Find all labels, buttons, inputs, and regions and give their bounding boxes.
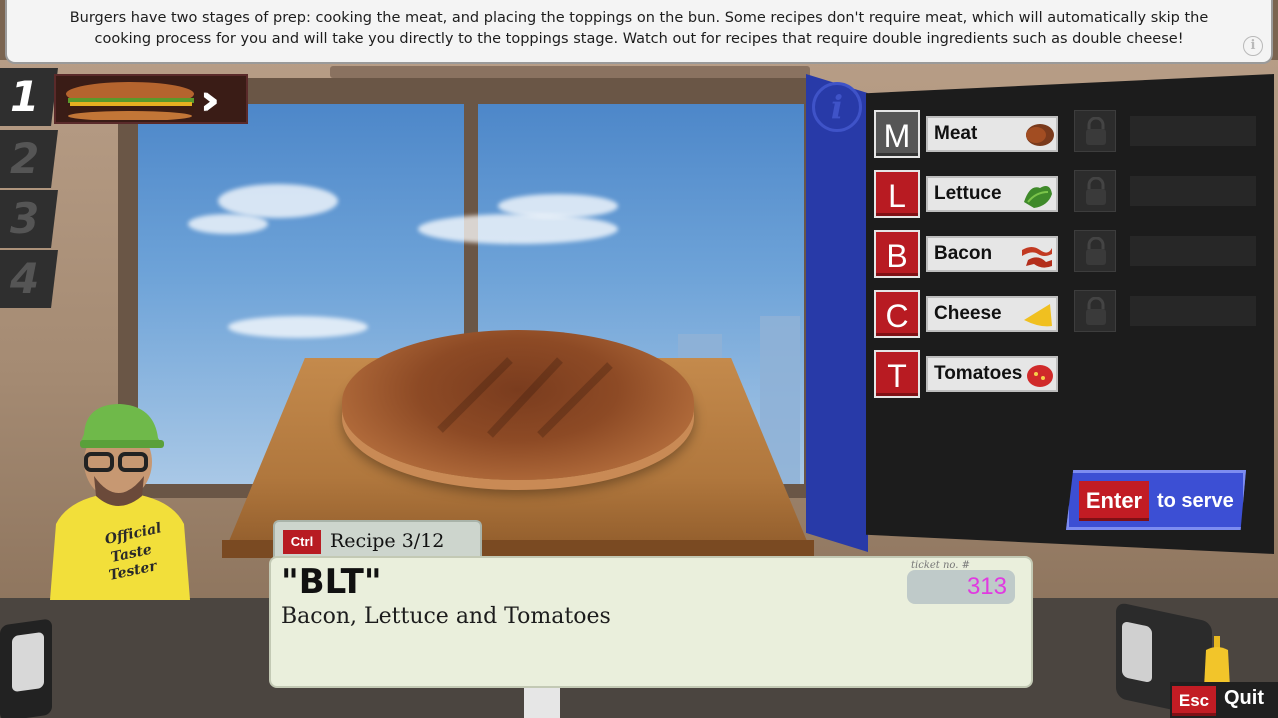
ketchup-stand bbox=[524, 688, 560, 718]
ingredient-label: Cheese bbox=[926, 296, 1058, 332]
key-m[interactable]: M bbox=[874, 110, 920, 158]
slot-number: 3 bbox=[10, 194, 40, 243]
enter-key[interactable]: Enter bbox=[1079, 481, 1149, 521]
empty-ingredient-slot bbox=[1130, 296, 1256, 326]
serve-label: to serve bbox=[1157, 490, 1234, 512]
info-flag bbox=[806, 74, 868, 552]
ingredient-label: Tomatoes bbox=[926, 356, 1058, 392]
mustard-bottle-icon bbox=[1204, 636, 1230, 688]
camera-lens-right bbox=[1122, 620, 1152, 684]
lock-icon bbox=[1086, 117, 1106, 145]
serve-button[interactable]: Enter to serve bbox=[1066, 470, 1246, 530]
recipe-ticket: "BLT" Bacon, Lettuce and Tomatoes ticket… bbox=[269, 556, 1033, 688]
slot-number: 4 bbox=[10, 254, 40, 303]
locked-slot bbox=[1074, 230, 1116, 272]
meat-icon bbox=[1026, 124, 1054, 146]
esc-key[interactable]: Esc bbox=[1172, 686, 1216, 716]
lock-icon bbox=[1086, 177, 1106, 205]
key-b[interactable]: B bbox=[874, 230, 920, 278]
order-slot-1[interactable]: 1 bbox=[0, 68, 58, 126]
tomato-icon bbox=[1027, 365, 1053, 387]
locked-slot bbox=[1074, 290, 1116, 332]
locked-slot bbox=[1074, 110, 1116, 152]
current-order-card[interactable]: ››› bbox=[54, 74, 248, 124]
key-l[interactable]: L bbox=[874, 170, 920, 218]
lock-icon bbox=[1086, 297, 1106, 325]
info-icon[interactable]: i bbox=[812, 82, 862, 132]
ingredient-label: Bacon bbox=[926, 236, 1058, 272]
slot-number: 2 bbox=[10, 134, 40, 183]
info-icon[interactable]: i bbox=[1243, 36, 1263, 56]
quit-button[interactable]: Esc Quit bbox=[1170, 682, 1278, 718]
empty-ingredient-slot bbox=[1130, 236, 1256, 266]
recipe-counter: Recipe 3/12 bbox=[330, 530, 445, 552]
empty-ingredient-slot bbox=[1130, 116, 1256, 146]
empty-ingredient-slot bbox=[1130, 176, 1256, 206]
quit-label: Quit bbox=[1224, 687, 1264, 709]
ingredient-label: Lettuce bbox=[926, 176, 1058, 212]
taste-tester-character: Official Taste Tester bbox=[50, 404, 190, 600]
burger-icon bbox=[66, 82, 194, 120]
fast-forward-icon: ››› bbox=[200, 75, 220, 124]
grill-marks bbox=[437, 357, 613, 438]
window-blind bbox=[330, 66, 810, 78]
camera-lens-left bbox=[12, 631, 44, 693]
order-slot-3[interactable]: 3 bbox=[0, 190, 58, 248]
ingredient-label: Meat bbox=[926, 116, 1058, 152]
ingredient-cheese[interactable]: C Cheese bbox=[874, 290, 1058, 338]
ingredient-tomatoes[interactable]: T Tomatoes bbox=[874, 350, 1058, 398]
slot-number: 1 bbox=[10, 72, 40, 121]
recipe-description: Bacon, Lettuce and Tomatoes bbox=[281, 604, 611, 629]
ingredient-lettuce[interactable]: L Lettuce bbox=[874, 170, 1058, 218]
ingredient-bacon[interactable]: B Bacon bbox=[874, 230, 1058, 278]
bacon-icon bbox=[1022, 247, 1052, 268]
ctrl-key[interactable]: Ctrl bbox=[283, 530, 321, 554]
order-slot-4[interactable]: 4 bbox=[0, 250, 58, 308]
lock-icon bbox=[1086, 237, 1106, 265]
ticket-number: 313 bbox=[907, 570, 1015, 604]
recipe-name: "BLT" bbox=[281, 562, 382, 602]
instruction-text: Burgers have two stages of prep: cooking… bbox=[69, 10, 1209, 47]
ingredient-meat[interactable]: M Meat bbox=[874, 110, 1058, 158]
locked-slot bbox=[1074, 170, 1116, 212]
key-c[interactable]: C bbox=[874, 290, 920, 338]
lettuce-icon bbox=[1024, 186, 1052, 208]
key-t[interactable]: T bbox=[874, 350, 920, 398]
order-slot-2[interactable]: 2 bbox=[0, 130, 58, 188]
recipe-tab[interactable]: Ctrl Recipe 3/12 bbox=[273, 520, 482, 560]
instruction-banner: Burgers have two stages of prep: cooking… bbox=[5, 0, 1273, 64]
cheese-icon bbox=[1024, 304, 1052, 327]
